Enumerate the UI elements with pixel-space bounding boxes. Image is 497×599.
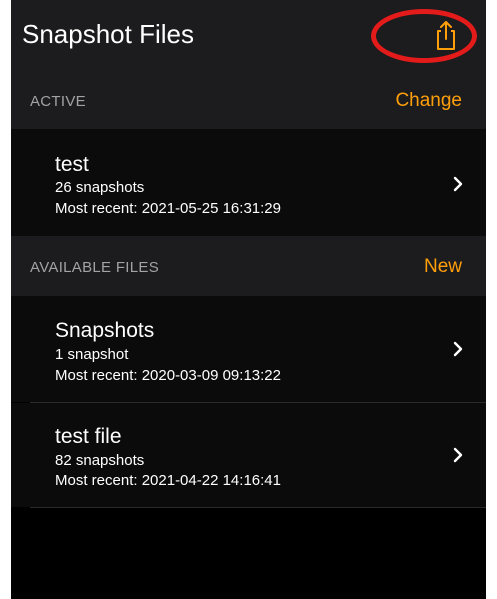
change-button[interactable]: Change <box>395 90 462 112</box>
chevron-right-icon <box>453 341 463 357</box>
file-row-snapshots[interactable]: Snapshots 1 snapshot Most recent: 2020-0… <box>11 296 486 402</box>
chevron-right-icon <box>453 176 463 192</box>
most-recent-timestamp: Most recent: 2021-05-25 16:31:29 <box>55 200 281 217</box>
available-section-header: AVAILABLE FILES New <box>11 236 486 296</box>
file-name: test <box>55 153 89 176</box>
navigation-bar: Snapshot Files <box>11 0 486 70</box>
file-name: Snapshots <box>55 319 155 342</box>
snapshot-count: 26 snapshots <box>55 179 145 196</box>
file-row-test-file[interactable]: test file 82 snapshots Most recent: 2021… <box>11 403 486 507</box>
share-button[interactable] <box>429 18 463 52</box>
most-recent-timestamp: Most recent: 2021-04-22 14:16:41 <box>55 472 281 489</box>
active-section-header: ACTIVE Change <box>11 70 486 129</box>
file-row-test[interactable]: test 26 snapshots Most recent: 2021-05-2… <box>11 129 486 236</box>
row-divider <box>30 507 486 508</box>
active-section-label: ACTIVE <box>30 93 86 110</box>
app-screen: Snapshot Files ACTIVE Change test 26 sna… <box>11 0 486 599</box>
new-file-button[interactable]: New <box>424 256 462 278</box>
snapshot-count: 1 snapshot <box>55 346 129 363</box>
most-recent-timestamp: Most recent: 2020-03-09 09:13:22 <box>55 367 281 384</box>
chevron-right-icon <box>453 447 463 463</box>
snapshot-count: 82 snapshots <box>55 452 145 469</box>
page-title: Snapshot Files <box>22 19 194 49</box>
available-section-label: AVAILABLE FILES <box>30 259 160 276</box>
share-icon <box>437 21 455 50</box>
file-name: test file <box>55 425 122 448</box>
